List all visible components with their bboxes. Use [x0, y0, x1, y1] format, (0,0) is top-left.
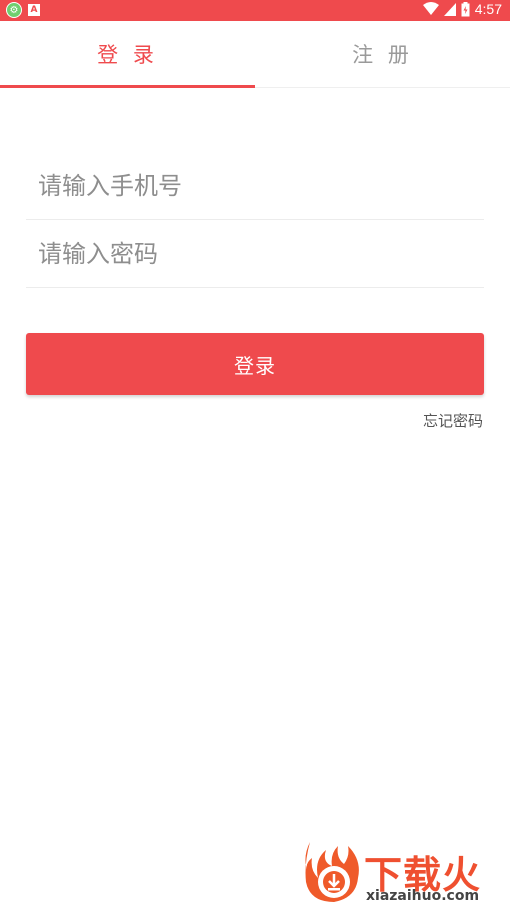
- signal-icon: [443, 2, 456, 16]
- status-time: 4:57: [474, 1, 502, 17]
- battery-icon: [461, 1, 470, 16]
- flame-logo-icon: [305, 842, 359, 902]
- password-input[interactable]: [26, 221, 484, 287]
- forgot-password-link[interactable]: 忘记密码: [423, 410, 483, 431]
- status-bar-system: 4:57: [422, 1, 502, 17]
- wifi-icon: [422, 2, 439, 15]
- status-bar-notifications: ⚙ A: [6, 2, 40, 18]
- watermark-domain: xiazaihuo.com: [366, 888, 480, 904]
- app-notification-icon: ⚙: [6, 2, 22, 18]
- auth-tabs: 登 录 注 册: [0, 21, 510, 88]
- password-field: [26, 221, 484, 288]
- phone-input[interactable]: [26, 153, 484, 219]
- status-bar: ⚙ A 4:57: [0, 0, 510, 21]
- tab-login[interactable]: 登 录: [0, 21, 255, 87]
- phone-field: [26, 153, 484, 220]
- a-notification-icon: A: [28, 4, 40, 16]
- active-tab-indicator: [0, 85, 255, 88]
- login-button[interactable]: 登录: [26, 333, 484, 395]
- tab-register[interactable]: 注 册: [255, 21, 510, 87]
- watermark: 下载火 xiazaihuo.com: [300, 838, 510, 906]
